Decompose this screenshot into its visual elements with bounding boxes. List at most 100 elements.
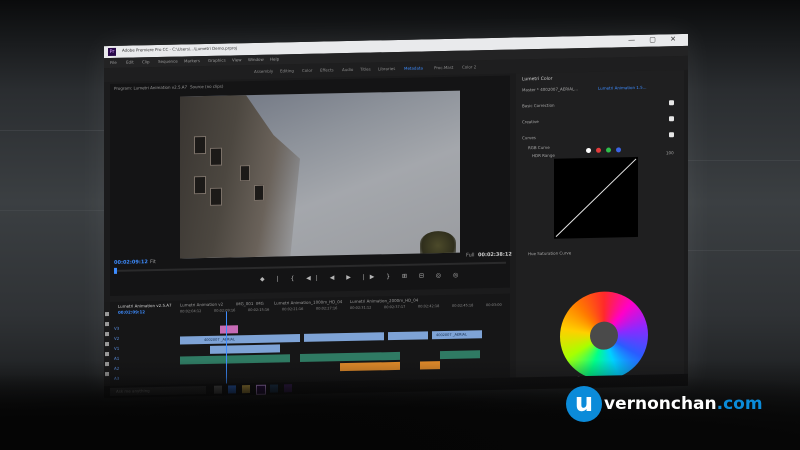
red-channel-dot[interactable] — [596, 147, 601, 153]
building-window — [254, 184, 264, 201]
timeline-tab-active[interactable]: Lumetri Animation v2.5.A7 — [118, 303, 172, 309]
rgb-curve-label[interactable]: RGB Curve — [528, 145, 550, 150]
timeline-clip[interactable] — [304, 332, 384, 342]
window-title: Adobe Premiere Pro CC - C:\Users\...\Lum… — [122, 45, 237, 53]
building-window — [210, 147, 222, 166]
watermark-tld: .com — [716, 394, 763, 414]
ruler-tick: 00:02:42:18 — [418, 304, 440, 309]
wall-line — [688, 250, 800, 251]
track-v2[interactable]: V2 — [114, 336, 119, 341]
resolution-dropdown[interactable]: Full — [466, 252, 475, 258]
timeline-tab[interactable]: Lumetri Animation_2000m_HD_04 — [350, 298, 418, 304]
track-v3[interactable]: V3 — [114, 326, 119, 331]
timeline-ruler[interactable]: 00:02:04:12 00:02:09:16 00:02:15:16 00:0… — [180, 302, 510, 314]
creative-section[interactable]: Creative — [522, 119, 539, 124]
tree-image — [420, 230, 456, 256]
timeline-clip[interactable] — [220, 325, 238, 334]
watermark-text: vernonchan.com — [604, 394, 763, 414]
workspace-tab[interactable]: Effects — [320, 67, 334, 72]
program-playhead[interactable] — [114, 267, 117, 274]
curve-line[interactable] — [555, 158, 637, 238]
rgb-curve-graph[interactable] — [554, 156, 638, 239]
ripple-edit-tool-icon[interactable] — [105, 332, 109, 337]
ruler-tick: 00:02:37:17 — [384, 304, 406, 310]
wall-line — [0, 130, 104, 131]
curve-line-svg — [555, 158, 637, 238]
curves-checkbox[interactable] — [669, 132, 674, 138]
ruler-tick: 00:02:21:16 — [282, 306, 304, 312]
hue-saturation-curve-label[interactable]: Hue Saturation Curve — [528, 250, 571, 256]
building-window — [240, 165, 250, 182]
building-window — [194, 175, 206, 195]
workspace-tab[interactable]: Titles — [360, 67, 371, 72]
workspace-tab[interactable]: Libraries — [378, 66, 395, 71]
menu-file[interactable]: File — [110, 60, 117, 65]
track-v1[interactable]: V1 — [114, 346, 119, 351]
ruler-tick: 00:02:27:16 — [316, 306, 338, 311]
hdr-range-value[interactable]: 100 — [666, 150, 674, 155]
slip-tool-icon[interactable] — [105, 352, 109, 357]
program-timecode-duration: 00:02:38:12 — [478, 251, 512, 259]
workspace-tab[interactable]: Editing — [280, 68, 294, 73]
tab-program[interactable]: Program: Lumetri Animation v2.5.A7 — [114, 84, 187, 91]
building-window — [194, 135, 206, 155]
workspace-tab[interactable]: Proc.Mast — [434, 65, 453, 70]
ruler-tick: 00:02:45:18 — [452, 303, 474, 308]
menu-sequence[interactable]: Sequence — [158, 59, 178, 64]
timeline-timecode[interactable]: 00:02:09:12 — [118, 309, 145, 315]
ruler-tick: 00:03:00 — [486, 302, 502, 308]
ruler-tick: 00:02:09:16 — [214, 308, 236, 313]
wall-line — [0, 210, 104, 211]
premiere-app-icon: Pr — [108, 47, 116, 57]
timeline-audio-clip[interactable] — [440, 350, 480, 360]
basic-correction-section[interactable]: Basic Correction — [522, 103, 555, 109]
clip-label: 4002007 _AERIAL — [436, 332, 467, 338]
workspace-tab[interactable]: Audio — [342, 67, 353, 72]
program-timecode-current[interactable]: 00:02:09:12 — [114, 259, 148, 266]
blue-channel-dot[interactable] — [616, 147, 621, 153]
basic-correction-checkbox[interactable] — [669, 100, 674, 106]
workspace-tab-active[interactable]: Metadata — [404, 65, 423, 70]
video-frame — [180, 90, 460, 259]
tab-source[interactable]: Source (no clips) — [190, 84, 223, 90]
timeline-clip[interactable]: 4002007 _AERIAL — [180, 334, 300, 345]
program-scrub-bar[interactable] — [114, 261, 506, 274]
menu-graphics[interactable]: Graphics — [208, 58, 226, 63]
menu-window[interactable]: Window — [248, 57, 264, 62]
menu-markers[interactable]: Markers — [184, 58, 200, 63]
menu-clip[interactable]: Clip — [142, 59, 150, 64]
creative-checkbox[interactable] — [669, 116, 674, 122]
ruler-tick: 00:02:31:12 — [350, 305, 372, 310]
selection-tool-icon[interactable] — [105, 312, 109, 317]
watermark-circle-icon: u — [566, 386, 602, 422]
workspace-tab[interactable]: Assembly — [254, 69, 273, 74]
transport-controls[interactable]: ◆ | { ◀| ◀ ▶ |▶ } ⊞ ⊟ ◎ ◎ — [260, 272, 463, 283]
fit-dropdown[interactable]: Fit — [150, 259, 156, 265]
timeline-clip[interactable]: 4002007 _AERIAL — [432, 330, 482, 340]
menu-view[interactable]: View — [232, 57, 242, 62]
workspace-tab[interactable]: Color 2 — [462, 64, 476, 69]
menu-edit[interactable]: Edit — [126, 59, 134, 64]
timeline-clip[interactable] — [210, 344, 280, 354]
lumetri-color-panel: Lumetri Color Master * 4002007_AERIAL...… — [516, 69, 684, 384]
timeline-clip[interactable] — [388, 331, 428, 341]
watermark-name: vernonchan — [604, 394, 717, 414]
menu-help[interactable]: Help — [270, 56, 279, 61]
clip-label: 4002007 _AERIAL — [204, 337, 235, 343]
timeline-tab[interactable]: Lumetri Animation v2 — [180, 302, 223, 308]
window-controls[interactable]: — ▢ ✕ — [628, 35, 682, 44]
wall-line — [688, 160, 800, 161]
track-select-tool-icon[interactable] — [105, 322, 109, 327]
ruler-tick: 00:02:04:12 — [180, 309, 202, 314]
timeline-tab[interactable]: IMG — [256, 301, 264, 306]
lumetri-clip-selector[interactable]: Lumetri Animation 1.5... — [598, 85, 647, 91]
curves-section[interactable]: Curves — [522, 135, 536, 140]
razor-tool-icon[interactable] — [105, 342, 109, 347]
timeline-tab[interactable]: Lumetri Animation_1000m_HD_04 — [274, 299, 342, 305]
hdr-range-label: HDR Range — [532, 152, 555, 159]
white-channel-dot[interactable] — [586, 147, 591, 154]
green-channel-dot[interactable] — [606, 147, 611, 153]
workspace-tab[interactable]: Color — [302, 68, 312, 73]
lumetri-master-selector[interactable]: Master * 4002007_AERIAL... — [522, 86, 578, 92]
timeline-tab[interactable]: IMG_001 — [236, 301, 253, 306]
